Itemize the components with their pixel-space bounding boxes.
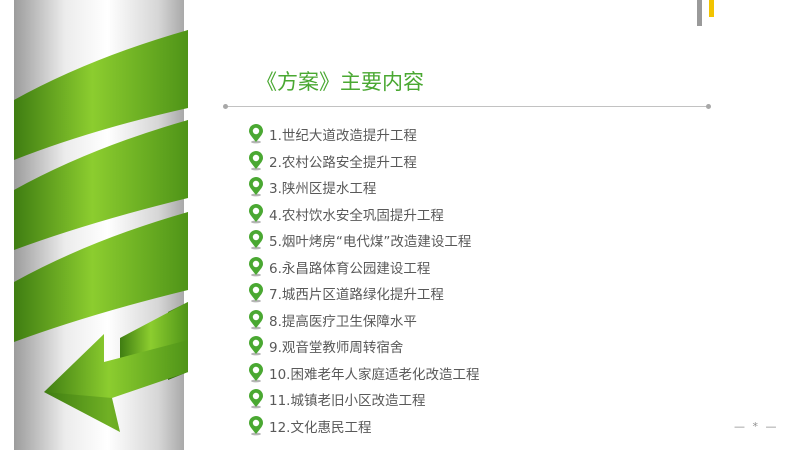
location-pin-icon [249,150,263,171]
list-item-text: 6.永昌路体育公园建设工程 [269,260,431,277]
list-item: 5.烟叶烤房“电代煤”改造建设工程 [247,227,479,254]
location-pin-icon [249,309,263,330]
location-pin-icon [249,230,263,250]
list-item-text: 3.陕州区提水工程 [269,181,377,198]
accent-bar-yellow [709,0,714,17]
list-item-text: 12.文化惠民工程 [269,419,372,436]
list-item-text: 2.农村公路安全提升工程 [269,154,417,171]
list-item: 8.提高医疗卫生保障水平 [247,307,479,334]
list-item: 6.永昌路体育公园建设工程 [247,254,479,281]
list-item: 7.城西片区道路绿化提升工程 [247,280,479,307]
location-pin-icon [249,283,263,303]
list-item-text: 9.观音堂教师周转宿舍 [269,340,404,357]
list-item-text: 1.世纪大道改造提升工程 [269,128,417,145]
slide: 《方案》主要内容 1.世纪大道改造提升工程 2.农村公路安全提升工程 3.陕州区… [0,0,800,450]
list-item-text: 7.城西片区道路绿化提升工程 [269,287,444,304]
list-item-text: 10.困难老年人家庭适老化改造工程 [269,366,480,383]
list-item: 1.世纪大道改造提升工程 [247,121,479,148]
list-item-text: 4.农村饮水安全巩固提升工程 [269,207,444,224]
accent-bar-gray [697,0,702,26]
location-pin-icon [249,336,263,356]
list-item: 3.陕州区提水工程 [247,174,479,201]
divider-dot-right [706,104,711,109]
page-number: — * — [734,420,779,433]
location-pin-icon [249,362,263,383]
list-item-text: 5.烟叶烤房“电代煤”改造建设工程 [269,234,472,251]
title-divider [223,104,711,109]
location-pin-icon [249,415,263,436]
pillar-ribbon-decoration [14,0,188,450]
list-item: 4.农村饮水安全巩固提升工程 [247,201,479,228]
content-list: 1.世纪大道改造提升工程 2.农村公路安全提升工程 3.陕州区提水工程 4.农村… [247,121,479,439]
location-pin-icon [249,389,263,409]
slide-title: 《方案》主要内容 [256,70,424,94]
list-item: 12.文化惠民工程 [247,413,479,440]
location-pin-icon [249,177,263,197]
list-item: 10.困难老年人家庭适老化改造工程 [247,360,479,387]
list-item: 11.城镇老旧小区改造工程 [247,386,479,413]
location-pin-icon [249,203,263,224]
list-item-text: 8.提高医疗卫生保障水平 [269,313,417,330]
list-item: 9.观音堂教师周转宿舍 [247,333,479,360]
divider-dot-left [223,104,228,109]
location-pin-icon [249,256,263,277]
list-item: 2.农村公路安全提升工程 [247,148,479,175]
list-item-text: 11.城镇老旧小区改造工程 [269,393,426,410]
location-pin-icon [249,124,263,144]
